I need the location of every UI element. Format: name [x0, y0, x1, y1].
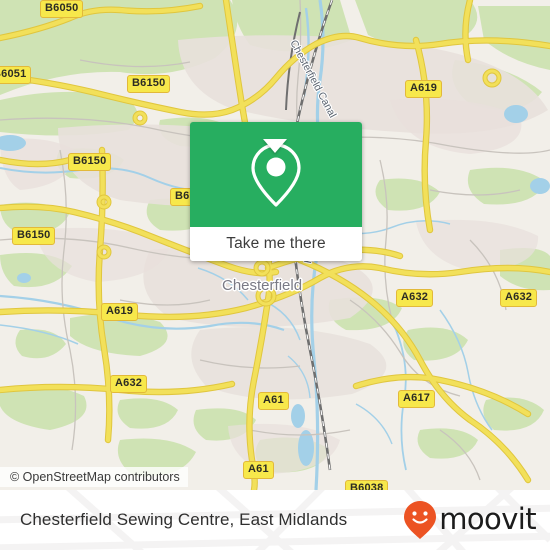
- road-shield-b6150-top[interactable]: B6150: [127, 75, 171, 93]
- place-title: Chesterfield Sewing Centre, East Midland…: [20, 510, 348, 529]
- map-canvas[interactable]: Chesterfield Chesterfield Canal River Ro…: [0, 0, 550, 490]
- road-shield-a619-left[interactable]: A619: [101, 303, 139, 321]
- road-shield-a632-far[interactable]: A632: [500, 289, 538, 307]
- footer-bar: Chesterfield Sewing Centre, East Midland…: [0, 490, 550, 550]
- road-shield-b6150-left[interactable]: B6150: [12, 227, 56, 245]
- road-shield-a632-lower[interactable]: A632: [110, 375, 148, 393]
- road-shield-a619-top[interactable]: A619: [405, 80, 443, 98]
- moovit-smiling-pin-icon: [404, 501, 437, 539]
- take-me-there-label: Take me there: [226, 235, 326, 252]
- moovit-brand[interactable]: moovit: [403, 490, 537, 550]
- map-attribution[interactable]: © OpenStreetMap contributors: [0, 467, 188, 487]
- road-shield-a61-bottom[interactable]: A61: [243, 461, 274, 479]
- road-shield-b6038[interactable]: B6038: [345, 480, 389, 490]
- popup-action-bar[interactable]: Take me there: [190, 227, 362, 261]
- moovit-wordmark: moovit: [439, 502, 536, 536]
- road-shield-a617[interactable]: A617: [398, 390, 436, 408]
- road-shield-b6051[interactable]: B6051: [0, 66, 32, 84]
- moovit-map-screenshot: Chesterfield Chesterfield Canal River Ro…: [0, 0, 550, 550]
- popup-pin-area: [190, 122, 362, 227]
- road-shield-b6050[interactable]: B6050: [40, 0, 84, 18]
- popup-pointer-triangle: [263, 139, 287, 153]
- road-shield-a61-mid[interactable]: A61: [258, 392, 289, 410]
- map-label-chesterfield: Chesterfield: [222, 277, 303, 294]
- road-shield-a632-right[interactable]: A632: [396, 289, 434, 307]
- road-shield-b6150-mid[interactable]: B6150: [68, 153, 112, 171]
